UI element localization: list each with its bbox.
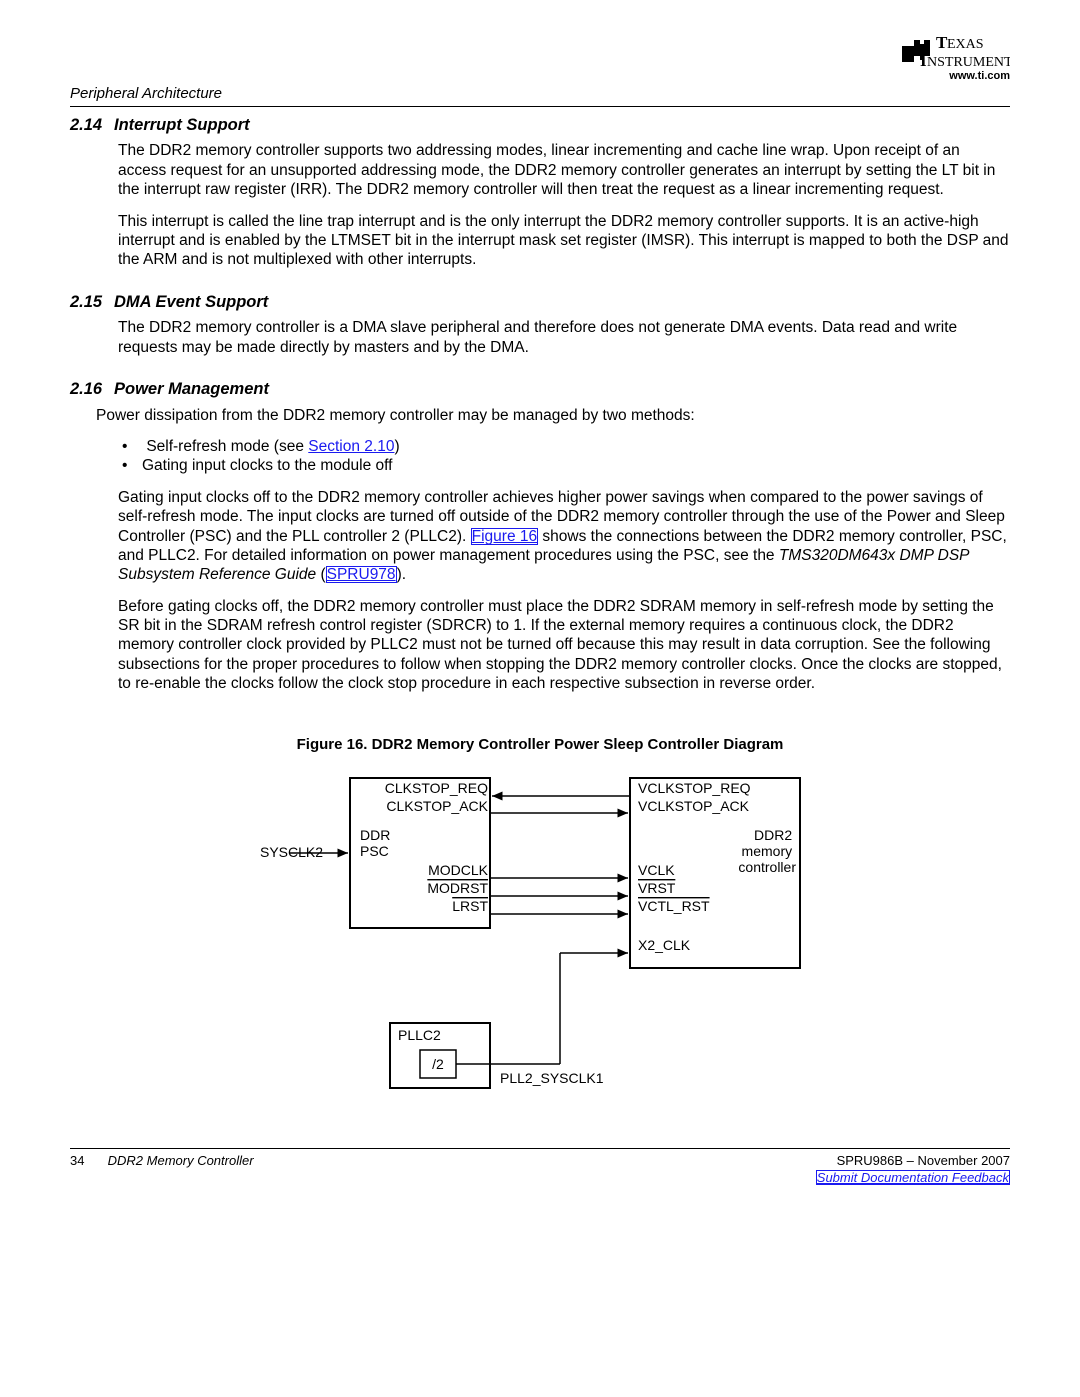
heading-2-14: 2.14Interrupt Support: [70, 115, 1010, 136]
footer: 34 DDR2 Memory Controller SPRU986B – Nov…: [70, 1148, 1010, 1186]
label-vclkstop-ack: VCLKSTOP_ACK: [638, 798, 750, 814]
link-section-2-10[interactable]: Section 2.10: [308, 438, 394, 455]
footer-doc-id: SPRU986B – November 2007: [816, 1153, 1010, 1169]
label-ddr-psc: DDR PSC: [360, 827, 394, 859]
breadcrumb: Peripheral Architecture: [70, 85, 1010, 107]
bullet-list-2-16: Self-refresh mode (see Section 2.10) Gat…: [118, 437, 1010, 476]
ti-logo: T EXAS I NSTRUMENTS www.ti.com: [900, 28, 1010, 84]
link-spru978[interactable]: SPRU978: [326, 566, 397, 583]
link-figure-16[interactable]: Figure 16: [471, 528, 538, 545]
para-2-16-2: Gating input clocks off to the DDR2 memo…: [118, 488, 1010, 585]
label-clkstop-req: CLKSTOP_REQ: [385, 780, 488, 796]
label-clkstop-ack: CLKSTOP_ACK: [386, 798, 488, 814]
label-div2: /2: [432, 1056, 444, 1072]
page-number: 34: [70, 1153, 104, 1169]
heading-2-16: 2.16Power Management: [70, 379, 1010, 400]
figure-16-caption: Figure 16. DDR2 Memory Controller Power …: [70, 736, 1010, 755]
svg-text:EXAS: EXAS: [947, 37, 984, 52]
bullet-gating: Gating input clocks to the module off: [118, 456, 1010, 475]
label-modrst: MODRST: [427, 880, 488, 896]
label-x2-clk: X2_CLK: [638, 937, 691, 953]
para-2-16-1: Power dissipation from the DDR2 memory c…: [96, 406, 1010, 425]
label-pll2-sysclk1: PLL2_SYSCLK1: [500, 1070, 604, 1086]
label-ddr2-mem: DDR2 memory controller: [738, 827, 796, 875]
label-vctl-rst: VCTL_RST: [638, 898, 710, 914]
para-2-16-3: Before gating clocks off, the DDR2 memor…: [118, 597, 1010, 694]
label-sysclk2: SYSCLK2: [260, 844, 323, 860]
header-url: www.ti.com: [900, 70, 1010, 84]
label-vrst: VRST: [638, 880, 676, 896]
label-pllc2: PLLC2: [398, 1027, 441, 1043]
svg-text:NSTRUMENTS: NSTRUMENTS: [927, 55, 1010, 70]
figure-16-diagram: DDR PSC DDR2 memory controller SYSCLK2 C…: [70, 768, 1010, 1098]
footer-doc-title: DDR2 Memory Controller: [108, 1153, 254, 1168]
bullet-self-refresh: Self-refresh mode (see Section 2.10): [118, 437, 1010, 456]
para-2-15-1: The DDR2 memory controller is a DMA slav…: [118, 318, 1010, 357]
label-lrst: LRST: [452, 898, 488, 914]
label-vclkstop-req: VCLKSTOP_REQ: [638, 780, 751, 796]
label-modclk: MODCLK: [428, 862, 489, 878]
heading-2-15: 2.15DMA Event Support: [70, 292, 1010, 313]
para-2-14-2: This interrupt is called the line trap i…: [118, 212, 1010, 270]
label-vclk: VCLK: [638, 862, 675, 878]
svg-text:I: I: [920, 51, 927, 70]
link-submit-feedback[interactable]: Submit Documentation Feedback: [816, 1170, 1010, 1185]
para-2-14-1: The DDR2 memory controller supports two …: [118, 141, 1010, 199]
